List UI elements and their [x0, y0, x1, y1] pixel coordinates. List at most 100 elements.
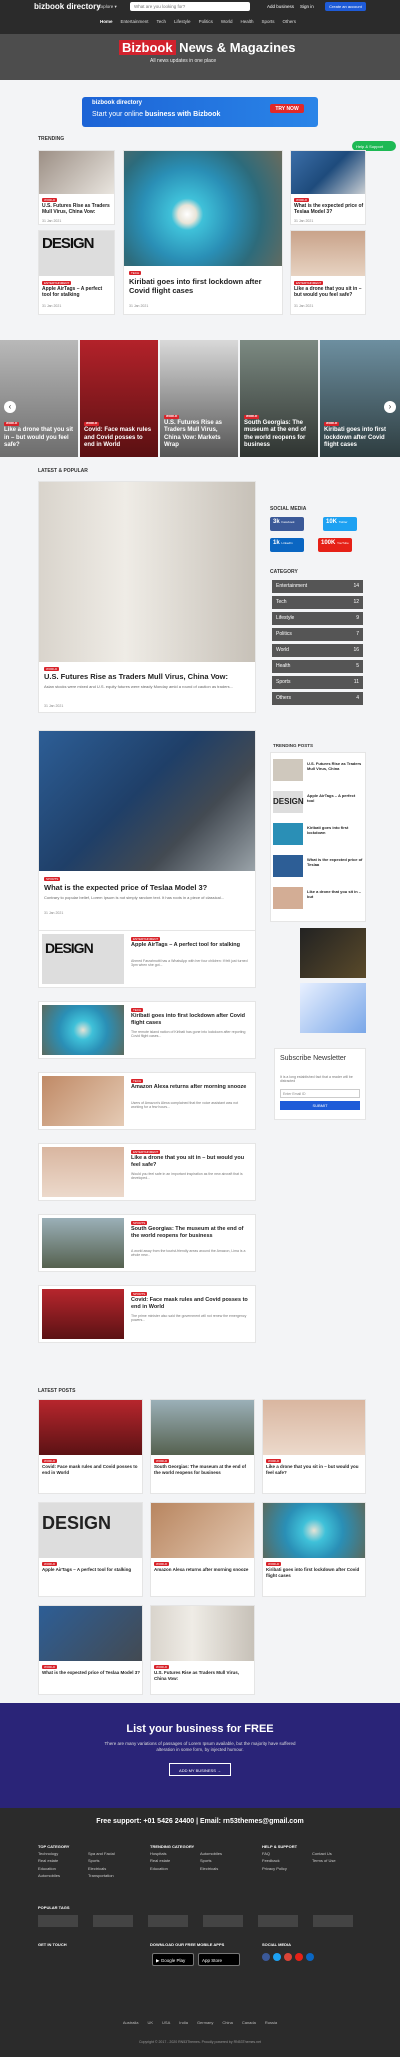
footer-link[interactable]: Real estate — [38, 1857, 88, 1864]
category-item-lifestyle[interactable]: Lifestyle 9 — [272, 612, 363, 625]
create-account-button[interactable]: Create an account — [325, 2, 366, 11]
twitter-icon[interactable] — [273, 1953, 281, 1961]
popular-big-card-1[interactable]: WORLD U.S. Futures Rise as Traders Mull … — [38, 481, 256, 713]
slide-1[interactable]: WORLD Like a drone that you sit in – but … — [0, 340, 78, 457]
card-title[interactable]: U.S. Futures Rise as Traders Mull Virus,… — [42, 203, 112, 216]
popular-list-item-2[interactable]: TECH Kiribati goes into first lockdown a… — [38, 1001, 256, 1059]
card-title[interactable]: South Georgias: The museum at the end of… — [154, 1464, 252, 1475]
cta-add-business-button[interactable]: ADD MY BUSINESS → — [169, 1763, 231, 1776]
footer-link[interactable]: Electricals — [88, 1865, 138, 1872]
social-linkedin-button[interactable]: 1k LinkedIn — [270, 538, 304, 552]
slider-prev-arrow-icon[interactable]: ‹ — [4, 401, 16, 413]
google-plus-icon[interactable] — [284, 1953, 292, 1961]
trending-post-title[interactable]: Like a drone that you sit in – but — [307, 889, 363, 899]
footer-link[interactable]: Education — [150, 1865, 200, 1872]
card-title[interactable]: Amazon Alexa returns after morning snooz… — [154, 1567, 252, 1573]
popular-list-item-6[interactable]: SPORTS Covid: Face mask rules and Covid … — [38, 1285, 256, 1343]
newsletter-email-input[interactable]: Enter Email ID — [280, 1089, 360, 1098]
popular-big-card-2[interactable]: SPORTS What is the expected price of Tes… — [38, 730, 256, 962]
card-title[interactable]: Like a drone that you sit in – but would… — [294, 286, 364, 299]
footer-link[interactable]: Hospitals — [150, 1850, 200, 1857]
category-item-politics[interactable]: Politics 7 — [272, 628, 363, 641]
trending-card-center[interactable]: TECH Kiribati goes into first lockdown a… — [123, 150, 283, 315]
latest-post-card-8[interactable]: WORLD U.S. Futures Rise as Traders Mull V… — [150, 1605, 255, 1695]
card-title[interactable]: Apple AirTags – A perfect tool for stalk… — [42, 286, 112, 299]
category-item-world[interactable]: World 16 — [272, 644, 363, 657]
category-item-health[interactable]: Health 5 — [272, 660, 363, 673]
trending-post-title[interactable]: U.S. Futures Rise as Traders Mull Virus,… — [307, 761, 363, 771]
latest-post-card-7[interactable]: WORLD What is the expected price of Tesla… — [38, 1605, 143, 1695]
latest-post-card-6[interactable]: WORLD Kiribati goes into first lockdown a… — [262, 1502, 366, 1597]
sidebar-ad-1[interactable] — [300, 928, 366, 978]
list-title[interactable]: Amazon Alexa returns after morning snooz… — [131, 1084, 251, 1091]
nav-world[interactable]: World — [221, 19, 233, 24]
country-link[interactable]: India — [179, 2020, 188, 2025]
nav-tech[interactable]: Tech — [157, 19, 167, 24]
list-title[interactable]: Kiribati goes into first lockdown after … — [131, 1013, 251, 1027]
trending-post-title[interactable]: Apple AirTags – A perfect tool — [307, 793, 363, 803]
list-title[interactable]: Covid: Face mask rules and Covid posses … — [131, 1297, 251, 1311]
footer-popular-tags-list[interactable] — [38, 1915, 366, 1927]
footer-link[interactable]: Sports — [200, 1857, 250, 1864]
app-store-button[interactable]: App Store — [198, 1953, 240, 1966]
footer-link[interactable]: Terms of Use — [312, 1857, 362, 1864]
search-input[interactable]: What are you looking for? — [130, 2, 250, 11]
footer-link[interactable]: Electricals — [200, 1865, 250, 1872]
popular-list-item-3[interactable]: TECH Amazon Alexa returns after morning … — [38, 1072, 256, 1130]
card-title[interactable]: Kiribati goes into first lockdown after … — [129, 277, 279, 296]
country-link[interactable]: USA — [162, 2020, 170, 2025]
country-link[interactable]: Australia — [123, 2020, 139, 2025]
social-twitter-button[interactable]: 10K Twitter — [323, 517, 357, 531]
trending-card-left-2[interactable]: DESIGN ENTERTAINMENT Apple AirTags – A p… — [38, 230, 115, 315]
trending-card-right-2[interactable]: ENTERTAINMENT Like a drone that you sit … — [290, 230, 366, 315]
latest-post-card-4[interactable]: DESIGN WORLD Apple AirTags – A perfect too… — [38, 1502, 143, 1597]
footer-link[interactable]: Real estate — [150, 1857, 200, 1864]
footer-link[interactable]: FAQ — [262, 1850, 312, 1857]
trending-card-right-1[interactable]: WORLD What is the expected price of Tesl… — [290, 150, 366, 225]
sign-in-link[interactable]: Sign in — [300, 4, 314, 9]
category-item-others[interactable]: Others 4 — [272, 692, 363, 705]
latest-post-card-3[interactable]: WORLD Like a drone that you sit in – but … — [262, 1399, 366, 1494]
nav-entertainment[interactable]: Entertainment — [121, 19, 149, 24]
nav-home[interactable]: Home — [100, 19, 113, 24]
footer-link[interactable]: Privacy Policy — [262, 1865, 312, 1872]
site-logo[interactable]: bizbook directory — [34, 2, 101, 11]
card-title[interactable]: Like a drone that you sit in – but would… — [266, 1464, 364, 1475]
country-link[interactable]: Canada — [242, 2020, 256, 2025]
latest-post-card-5[interactable]: WORLD Amazon Alexa returns after morning … — [150, 1502, 255, 1597]
facebook-icon[interactable] — [262, 1953, 270, 1961]
country-link[interactable]: UK — [147, 2020, 153, 2025]
linkedin-icon[interactable] — [306, 1953, 314, 1961]
country-link[interactable]: China — [222, 2020, 232, 2025]
latest-post-card-2[interactable]: WORLD South Georgias: The museum at the e… — [150, 1399, 255, 1494]
category-item-entertainment[interactable]: Entertainment 14 — [272, 580, 363, 593]
card-title[interactable]: What is the expected price of Teslaa Mod… — [294, 203, 364, 216]
list-title[interactable]: South Georgias: The museum at the end of… — [131, 1226, 251, 1240]
list-title[interactable]: Like a drone that you sit in – but would… — [131, 1155, 251, 1169]
latest-post-card-1[interactable]: WORLD Covid: Face mask rules and Covid po… — [38, 1399, 143, 1494]
nav-others[interactable]: Others — [283, 19, 297, 24]
featured-slider[interactable]: WORLD Like a drone that you sit in – but … — [0, 340, 400, 457]
nav-lifestyle[interactable]: Lifestyle — [174, 19, 191, 24]
ad-try-now-button[interactable]: TRY NOW — [270, 104, 304, 113]
popular-list-item-4[interactable]: ENTERTAINMENT Like a drone that you sit … — [38, 1143, 256, 1201]
slide-2[interactable]: WORLD Covid: Face mask rules and Covid po… — [80, 340, 158, 457]
card-title[interactable]: U.S. Futures Rise as Traders Mull Virus,… — [44, 672, 252, 681]
footer-link[interactable]: Spa and Facial — [88, 1850, 138, 1857]
footer-link[interactable]: Automobiles — [200, 1850, 250, 1857]
add-business-link[interactable]: Add business — [267, 4, 294, 9]
card-title[interactable]: Covid: Face mask rules and Covid posses … — [42, 1464, 140, 1475]
trending-card-left-1[interactable]: WORLD U.S. Futures Rise as Traders Mull … — [38, 150, 115, 225]
country-link[interactable]: Germany — [197, 2020, 213, 2025]
google-play-button[interactable]: ▶ Google Play — [152, 1953, 194, 1966]
nav-health[interactable]: Health — [241, 19, 254, 24]
popular-list-item-5[interactable]: SPORTS South Georgias: The museum at the… — [38, 1214, 256, 1272]
footer-link[interactable]: Sports — [88, 1857, 138, 1864]
slide-5[interactable]: WORLD Kiribati goes into first lockdown a… — [320, 340, 400, 457]
footer-link[interactable]: Transportation — [88, 1872, 138, 1879]
youtube-icon[interactable] — [295, 1953, 303, 1961]
explore-dropdown[interactable]: Explore ▾ — [98, 4, 117, 10]
popular-list-item-1[interactable]: DESIGN ENTERTAINMENT Apple AirTags – A p… — [38, 930, 256, 988]
trending-post-title[interactable]: Kiribati goes into first lockdown — [307, 825, 363, 835]
card-title[interactable]: What is the expected price of Teslaa Mod… — [44, 883, 252, 892]
